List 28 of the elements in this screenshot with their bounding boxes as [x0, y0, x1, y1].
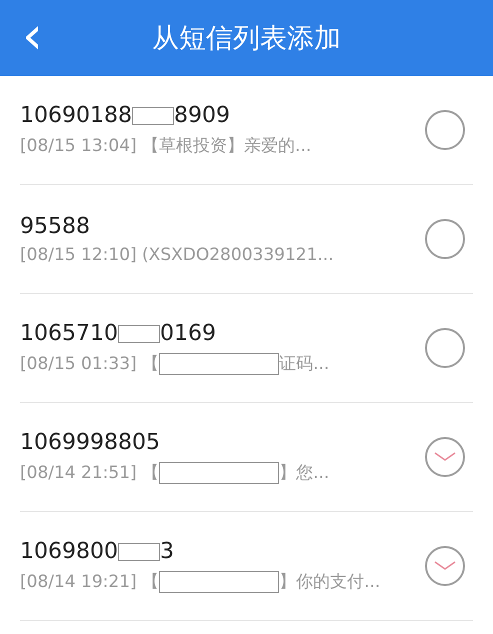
sender-number: 8909	[174, 103, 230, 128]
sender-number: 1069800	[20, 539, 118, 564]
redaction-box	[132, 106, 174, 124]
check-icon	[434, 561, 456, 571]
check-icon	[434, 452, 456, 462]
select-radio[interactable]	[425, 328, 465, 368]
sender-number: 95588	[20, 214, 90, 238]
sender-number: 0169	[160, 321, 216, 346]
message-preview: [08/15 13:04] 【草根投资】亲爱的...	[20, 135, 312, 157]
message-preview: [08/14 19:21] 【	[20, 571, 160, 593]
message-preview: [08/15 01:33] 【	[20, 353, 160, 375]
page-title: 从短信列表添加	[152, 22, 341, 56]
select-radio[interactable]	[425, 546, 465, 586]
sender-number: 3	[160, 539, 174, 564]
message-preview: 】您...	[279, 462, 330, 484]
message-preview: 证码...	[279, 353, 330, 375]
sender-number: 1065710	[20, 321, 118, 346]
back-button[interactable]: ‹	[22, 14, 43, 58]
redaction-box	[118, 324, 160, 342]
select-radio[interactable]	[425, 110, 465, 150]
select-radio[interactable]	[425, 437, 465, 477]
sender-number: 1069998805	[20, 430, 160, 455]
select-radio[interactable]	[425, 219, 465, 259]
message-preview: [08/15 12:10] (XSXDO2800339121...	[20, 244, 334, 264]
sender-number: 10690188	[20, 103, 132, 128]
message-preview: [08/14 21:51] 【	[20, 462, 160, 484]
message-preview: 】你的支付...	[279, 571, 380, 593]
redaction-box	[118, 542, 160, 560]
